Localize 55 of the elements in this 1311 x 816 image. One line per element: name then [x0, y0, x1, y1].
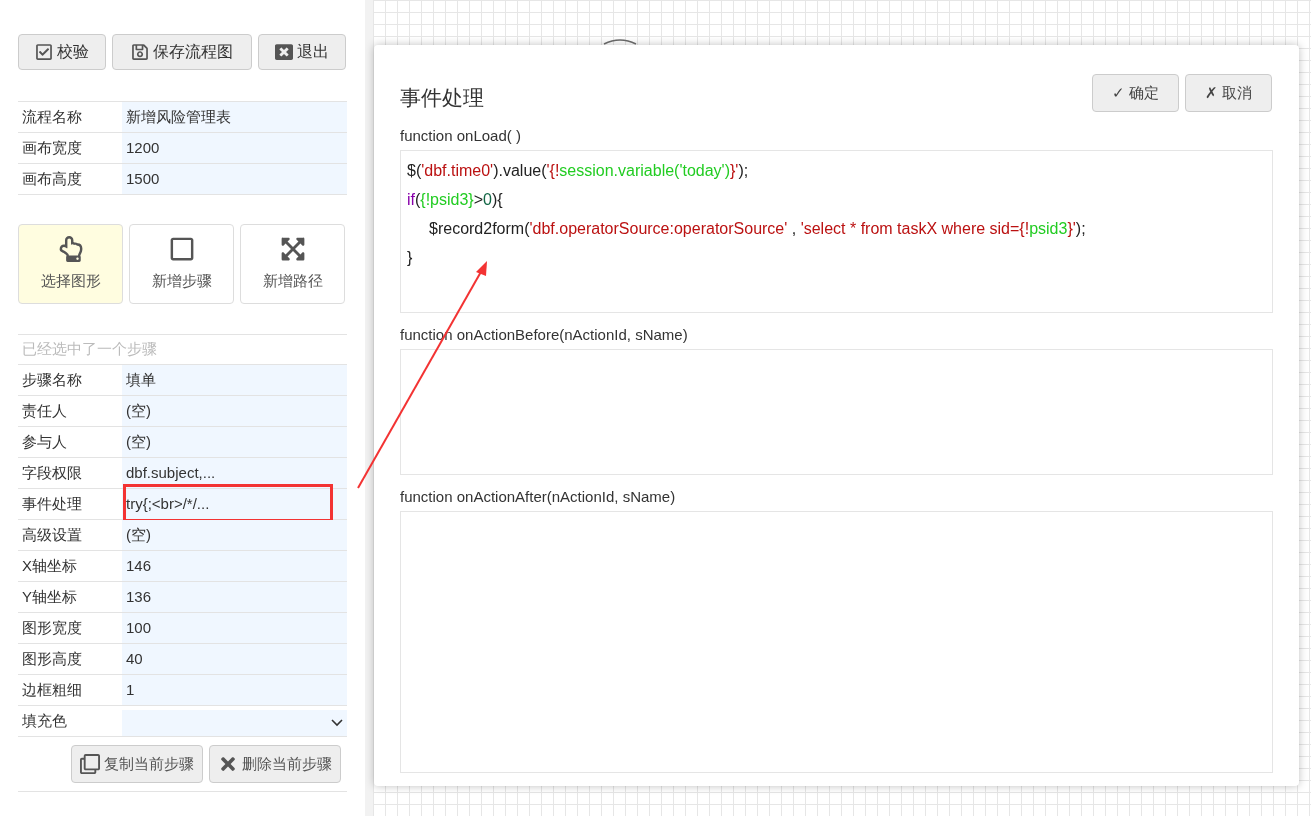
code-line: $('dbf.time0').value('{!session.variable('today')}'); [407, 161, 750, 181]
toolbar-button[interactable]: 退出 [258, 34, 346, 70]
property-value[interactable]: 填单 [122, 368, 160, 392]
property-label: 填充色 [21, 710, 68, 731]
dialog-button[interactable]: ✓ 确定 [1092, 74, 1179, 112]
property-label: Y轴坐标 [21, 586, 78, 607]
property-label: 边框粗细 [21, 679, 83, 700]
dialog-button[interactable]: ✗ 取消 [1185, 74, 1272, 112]
property-label: 步骤名称 [21, 369, 83, 390]
chevron-down-icon [331, 719, 343, 727]
property-value[interactable]: 136 [122, 585, 156, 609]
property-value[interactable]: (空) [122, 430, 155, 454]
copy-icon [80, 754, 100, 774]
property-value[interactable]: 100 [122, 616, 156, 640]
property-label: 字段权限 [21, 462, 83, 483]
code-line: if({!psid3}>0){ [407, 190, 504, 210]
code-editor[interactable] [400, 348, 1273, 475]
circle-node-edge-icon [603, 39, 637, 45]
code-editor[interactable]: $('dbf.time0').value('{!session.variable('today')}'); if({!psid3}>0){ $record2form('dbf.operatorSource:operatorSource' , 'select * from taskX where sid={!psid3}'); } [400, 149, 1273, 313]
diagonal-arrows-icon [279, 235, 306, 262]
dialog-title: 事件处理 [400, 85, 484, 111]
property-label: 责任人 [21, 400, 68, 421]
tool-button[interactable]: 新增路径 [240, 224, 345, 304]
property-label: 流程名称 [21, 106, 83, 127]
tool-button[interactable]: 选择图形 [18, 224, 123, 304]
function-label: function onLoad( ) [400, 126, 521, 146]
property-value[interactable]: (空) [122, 523, 155, 547]
x-icon [218, 754, 238, 774]
checkbox-icon [35, 43, 53, 61]
step-action-button[interactable]: 删除当前步骤 [209, 745, 341, 783]
code-line: $record2form('dbf.operatorSource:operatorSource' , 'select * from taskX where sid={!psid3}'); [428, 219, 1087, 239]
code-editor[interactable] [400, 510, 1273, 773]
property-label: 画布高度 [21, 168, 83, 189]
property-label: 事件处理 [21, 493, 83, 514]
tool-button[interactable]: 新增步骤 [129, 224, 234, 304]
property-label: 高级设置 [21, 524, 83, 545]
property-label: 参与人 [21, 431, 68, 452]
property-label: X轴坐标 [21, 555, 78, 576]
property-value[interactable]: 1200 [122, 136, 164, 160]
property-label: 图形高度 [21, 648, 83, 669]
pointing-hand-icon [57, 235, 84, 262]
property-value[interactable]: 40 [122, 647, 147, 671]
toolbar-button[interactable]: 校验 [18, 34, 106, 70]
property-value[interactable]: 146 [122, 554, 156, 578]
fill-color-select[interactable] [122, 710, 347, 736]
property-value[interactable]: 1 [122, 678, 139, 702]
code-line: } [407, 248, 414, 268]
close-box-icon [275, 43, 293, 61]
property-label: 画布宽度 [21, 137, 83, 158]
toolbar-button[interactable]: 保存流程图 [112, 34, 252, 70]
step-action-button[interactable]: 复制当前步骤 [71, 745, 203, 783]
property-label: 图形宽度 [21, 617, 83, 638]
property-value[interactable]: 1500 [122, 167, 164, 191]
function-label: function onActionAfter(nActionId, sName) [400, 487, 676, 507]
property-value[interactable]: (空) [122, 399, 155, 423]
